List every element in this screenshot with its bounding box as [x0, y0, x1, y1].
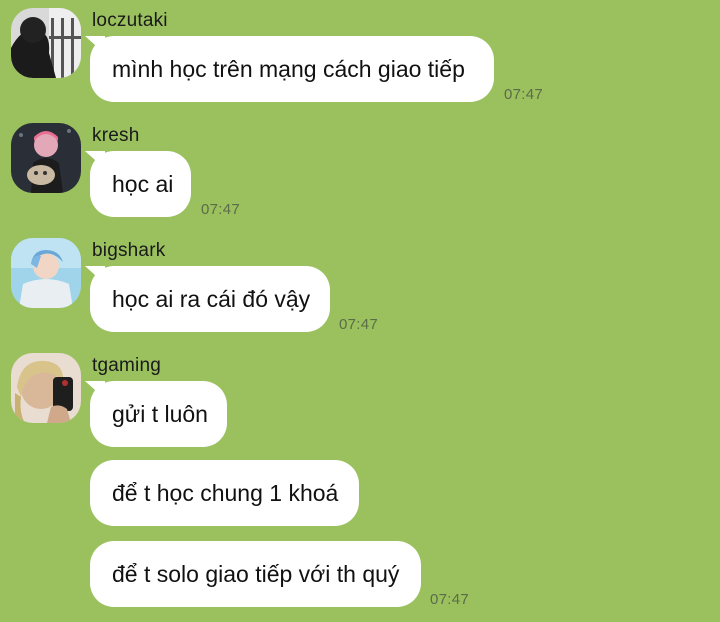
- message-text: học ai: [112, 171, 174, 197]
- message-text: mình học trên mạng cách giao tiếp: [112, 56, 465, 82]
- message-text: gửi t luôn: [112, 401, 208, 427]
- message-timestamp: 07:47: [339, 316, 379, 333]
- chat-message-list: loczutaki mình học trên mạng cách giao t…: [0, 0, 720, 622]
- message-bubble[interactable]: gửi t luôn: [90, 381, 227, 447]
- message-bubble[interactable]: để t solo giao tiếp với th quý: [90, 541, 421, 607]
- message-text: để t học chung 1 khoá: [112, 480, 339, 506]
- message-bubble[interactable]: học ai ra cái đó vậy: [90, 266, 330, 332]
- message-bubble[interactable]: để t học chung 1 khoá: [90, 460, 359, 526]
- sender-name: bigshark: [92, 240, 166, 261]
- sender-name: kresh: [92, 125, 140, 146]
- message-timestamp: 07:47: [504, 86, 544, 103]
- sender-name: tgaming: [92, 355, 161, 376]
- avatar-bigshark[interactable]: [11, 238, 81, 308]
- message-timestamp: 07:47: [430, 591, 470, 608]
- message-bubble[interactable]: học ai: [90, 151, 191, 217]
- message-timestamp: 07:47: [201, 201, 241, 218]
- message-text: học ai ra cái đó vậy: [112, 286, 311, 312]
- sender-name: loczutaki: [92, 10, 168, 31]
- avatar-tgaming[interactable]: [11, 353, 81, 423]
- avatar-photo-icon: [11, 353, 81, 423]
- avatar-photo-icon: [11, 8, 81, 78]
- avatar-kresh[interactable]: [11, 123, 81, 193]
- message-bubble[interactable]: mình học trên mạng cách giao tiếp: [90, 36, 494, 102]
- avatar-loczutaki[interactable]: [11, 8, 81, 78]
- message-text: để t solo giao tiếp với th quý: [112, 561, 400, 587]
- avatar-photo-icon: [11, 238, 81, 308]
- avatar-photo-icon: [11, 123, 81, 193]
